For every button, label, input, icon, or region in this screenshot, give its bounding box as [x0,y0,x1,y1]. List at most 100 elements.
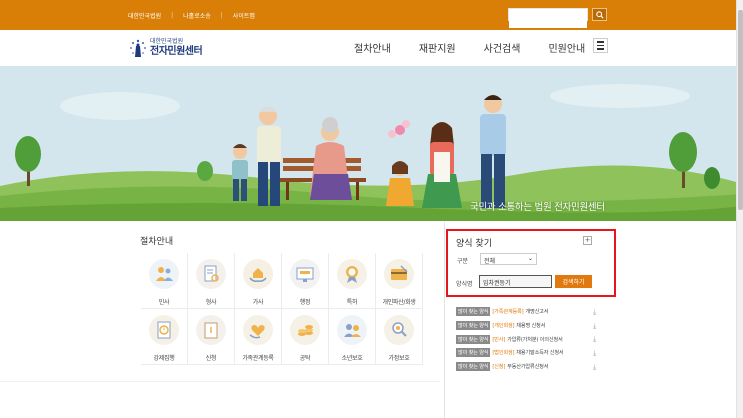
folder-icon [196,315,226,345]
main-header: 대한민국법원 전자민원센터 절차안내 재판지원 사건검색 민원안내 [0,30,743,66]
top-search-input[interactable] [509,17,587,28]
scrollbar-thumb[interactable] [738,10,743,210]
download-icon[interactable]: ⤓ [593,335,596,344]
document-clock-icon [149,315,179,345]
procedure-item-application[interactable]: 신청 [188,309,235,365]
top-link-self-litigation[interactable]: 나홀로소송 [183,11,211,20]
top-link-court[interactable]: 대한민국법원 [128,11,161,20]
form-name[interactable]: 채용명 신청서 [516,322,545,329]
procedure-label: 행정 [299,299,311,306]
download-icon[interactable]: ⤓ [593,322,596,331]
form-category: [신청] [492,364,506,371]
procedure-label: 강제집행 [153,355,175,362]
top-search-button[interactable] [592,8,607,21]
form-category: [민사] [492,336,506,343]
procedure-item-criminal[interactable]: 형사 [188,253,235,309]
logo-subtitle: 대한민국법원 [150,38,184,45]
procedure-label: 가정보호 [388,355,410,362]
form-name-label: 양식명 [456,281,473,288]
separator: | [220,12,223,19]
download-icon[interactable]: ⤓ [593,308,596,317]
category-value: 전체 [484,258,496,265]
house-hands-icon [243,259,273,289]
logo-title: 전자민원센터 [150,46,203,57]
procedure-label: 형사 [205,299,217,306]
top-link-sitemap[interactable]: 사이트맵 [233,11,255,20]
procedure-item-family-registration[interactable]: 가족관계등록 [235,309,282,365]
top-links: 대한민국법원 | 나홀로소송 | 사이트맵 [128,11,255,20]
list-item[interactable]: 많이 찾는 양식 [민사] 가압류(가처분) 이의신청서 ⤓ [456,332,596,346]
popular-badge: 많이 찾는 양식 [456,348,491,358]
card-icon [384,259,414,289]
separator: | [171,12,174,19]
form-search-title: 양식 찾기 [456,239,492,249]
form-name[interactable]: 부동산가압류신청서 [507,363,548,370]
popular-badge: 많이 찾는 양식 [456,334,491,344]
medal-icon [337,259,367,289]
site-logo[interactable]: 대한민국법원 전자민원센터 [128,35,203,61]
category-label: 구분 [457,258,469,265]
procedure-label: 소년보호 [341,355,363,362]
list-item[interactable]: 많이 찾는 양식 [신청] 부동산가압류신청서 ⤓ [456,360,596,374]
form-name[interactable]: 가압류(가처분) 이의신청서 [507,336,563,343]
popular-badge: 많이 찾는 양식 [456,362,491,372]
procedure-grid: 민사 형사 가사 행정 특허 개인파산/회생 강제집행 신청 가족관계등록 공탁… [141,253,423,365]
divider [0,381,440,382]
hero-illustration [0,66,743,221]
form-name-input[interactable]: 임차권등기 [479,275,552,288]
procedure-item-patent[interactable]: 특허 [329,253,376,309]
procedure-item-domestic-protection[interactable]: 가정보호 [376,309,423,365]
search-button[interactable]: 검색하기 [555,275,592,288]
procedure-item-juvenile[interactable]: 소년보호 [329,309,376,365]
download-icon[interactable]: ⤓ [593,363,596,372]
document-search-icon [196,259,226,289]
nav-trial-support[interactable]: 재판지원 [419,40,456,55]
court-emblem-icon [130,39,146,57]
list-item[interactable]: 많이 찾는 양식 [법인회생] 채용기말소득자 신청서 ⤓ [456,346,596,360]
nav-procedure[interactable]: 절차안내 [354,40,391,55]
list-item[interactable]: 많이 찾는 양식 [개인회생] 채용명 신청서 ⤓ [456,319,596,333]
procedure-item-deposit[interactable]: 공탁 [282,309,329,365]
form-name[interactable]: 채용기말소득자 신청서 [516,349,563,356]
hamburger-menu-button[interactable] [593,38,608,53]
monitor-icon [290,259,320,289]
form-category: [개인회생] [492,323,515,330]
procedure-item-civil[interactable]: 민사 [141,253,188,309]
form-category: [가족관계등록] [492,309,524,316]
procedure-item-family[interactable]: 가사 [235,253,282,309]
hero-banner: 국민과 소통하는 법원 전자민원센터 [0,66,743,221]
procedure-item-administrative[interactable]: 행정 [282,253,329,309]
procedure-label: 신청 [205,355,217,362]
form-category: [법인회생] [492,350,515,357]
search-icon [595,10,604,19]
download-icon[interactable]: ⤓ [593,349,596,358]
form-name[interactable]: 개명신고서 [525,308,548,315]
procedure-item-bankruptcy[interactable]: 개인파산/회생 [376,253,423,309]
popular-badge: 많이 찾는 양식 [456,321,491,331]
nav-case-search[interactable]: 사건검색 [484,40,521,55]
procedure-label: 가족관계등록 [242,355,274,362]
coins-icon [290,315,320,345]
plus-icon[interactable]: + [583,236,592,245]
hamburger-icon [597,41,604,43]
hero-tagline: 국민과 소통하는 법원 전자민원센터 [470,202,605,213]
top-utility-bar [0,0,743,30]
top-search-field[interactable] [508,8,588,28]
magnifier-icon [384,315,414,345]
list-item[interactable]: 많이 찾는 양식 [가족관계등록] 개명신고서 ⤓ [456,305,596,319]
procedure-label: 가사 [252,299,264,306]
procedure-title: 절차안내 [140,237,174,247]
procedure-item-enforcement[interactable]: 강제집행 [141,309,188,365]
nav-civil-info[interactable]: 민원안내 [548,40,585,55]
column-divider [444,222,445,418]
popular-badge: 많이 찾는 양식 [456,307,491,317]
category-select[interactable]: 전체 ⌄ [480,253,537,265]
procedure-label: 민사 [158,299,170,306]
heart-hand-icon [243,315,273,345]
procedure-label: 공탁 [299,355,311,362]
popular-forms-list: 많이 찾는 양식 [가족관계등록] 개명신고서 ⤓ 많이 찾는 양식 [개인회생… [456,305,596,373]
page-scrollbar[interactable] [736,0,743,418]
children-icon [337,315,367,345]
procedure-label: 개인파산/회생 [382,299,416,306]
procedure-label: 특허 [346,299,358,306]
